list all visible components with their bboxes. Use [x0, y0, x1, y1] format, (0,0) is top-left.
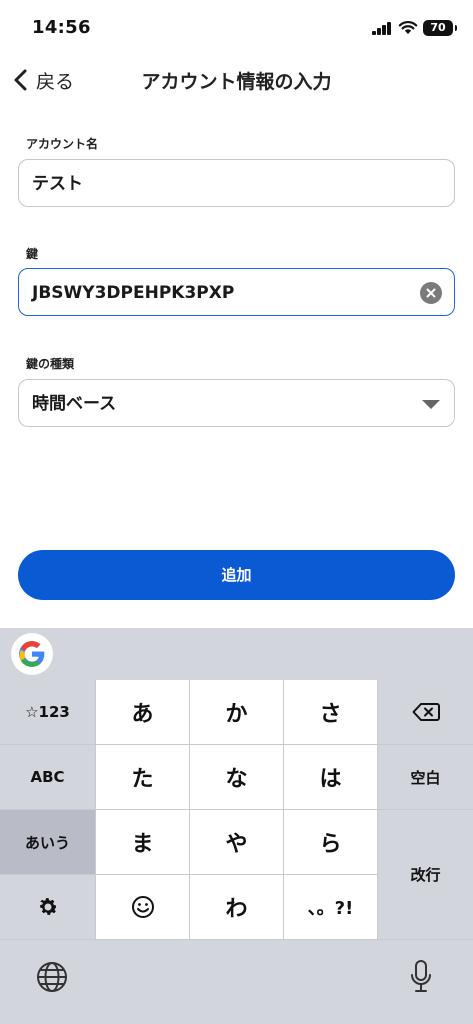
backspace-icon	[412, 703, 440, 721]
key-ya[interactable]: や	[190, 810, 283, 874]
key-a[interactable]: あ	[96, 680, 189, 744]
back-button-label: 戻る	[36, 70, 75, 93]
space-key[interactable]: 空白	[378, 745, 473, 809]
key-type-label: 鍵の種類	[26, 357, 75, 371]
battery-icon: 70	[423, 20, 457, 36]
account-name-field[interactable]: テスト	[18, 159, 455, 207]
secret-key-value: JBSWY3DPEHPK3PXP	[32, 283, 235, 303]
status-time: 14:56	[32, 17, 91, 38]
emoji-key[interactable]	[96, 875, 189, 939]
keyboard: ☆123 ABC あいう あ か さ た な は ま や ら わ 、。?! 空白…	[0, 628, 473, 1024]
secret-key-field[interactable]: JBSWY3DPEHPK3PXP	[18, 268, 455, 316]
key-wa[interactable]: わ	[190, 875, 283, 939]
close-icon	[426, 288, 436, 298]
key-sa[interactable]: さ	[284, 680, 377, 744]
key-type-value: 時間ベース	[32, 394, 117, 414]
punctuation-key[interactable]: 、。?!	[284, 875, 377, 939]
wifi-icon	[398, 21, 418, 34]
secret-key-label: 鍵	[26, 247, 39, 261]
status-bar: 14:56 70	[0, 0, 473, 56]
backspace-key[interactable]	[378, 680, 473, 744]
navigation-bar: アカウント情報の入力 戻る	[0, 56, 473, 104]
key-ta[interactable]: た	[96, 745, 189, 809]
keyboard-toolbar	[0, 628, 473, 680]
numbers-mode-key[interactable]: ☆123	[0, 680, 95, 744]
add-button[interactable]: 追加	[18, 550, 455, 600]
key-na[interactable]: な	[190, 745, 283, 809]
clear-text-button[interactable]	[420, 282, 442, 304]
google-icon[interactable]	[11, 633, 53, 675]
key-type-select[interactable]: 時間ベース	[18, 379, 455, 427]
key-ka[interactable]: か	[190, 680, 283, 744]
key-ha[interactable]: は	[284, 745, 377, 809]
cellular-signal-icon	[372, 22, 392, 35]
chevron-left-icon	[14, 69, 27, 91]
alphabet-mode-key[interactable]: ABC	[0, 745, 95, 809]
emoji-icon	[131, 896, 154, 918]
back-button[interactable]: 戻る	[10, 64, 74, 96]
key-ma[interactable]: ま	[96, 810, 189, 874]
settings-key[interactable]	[0, 875, 95, 939]
kana-mode-key[interactable]: あいう	[0, 810, 95, 874]
globe-icon[interactable]	[36, 961, 68, 993]
account-name-value: テスト	[32, 174, 83, 194]
settings-gear-icon	[39, 898, 57, 915]
dropdown-arrow-icon	[422, 400, 440, 409]
enter-key[interactable]: 改行	[378, 810, 473, 939]
microphone-icon[interactable]	[409, 959, 433, 995]
key-ra[interactable]: ら	[284, 810, 377, 874]
account-name-label: アカウント名	[26, 137, 99, 151]
